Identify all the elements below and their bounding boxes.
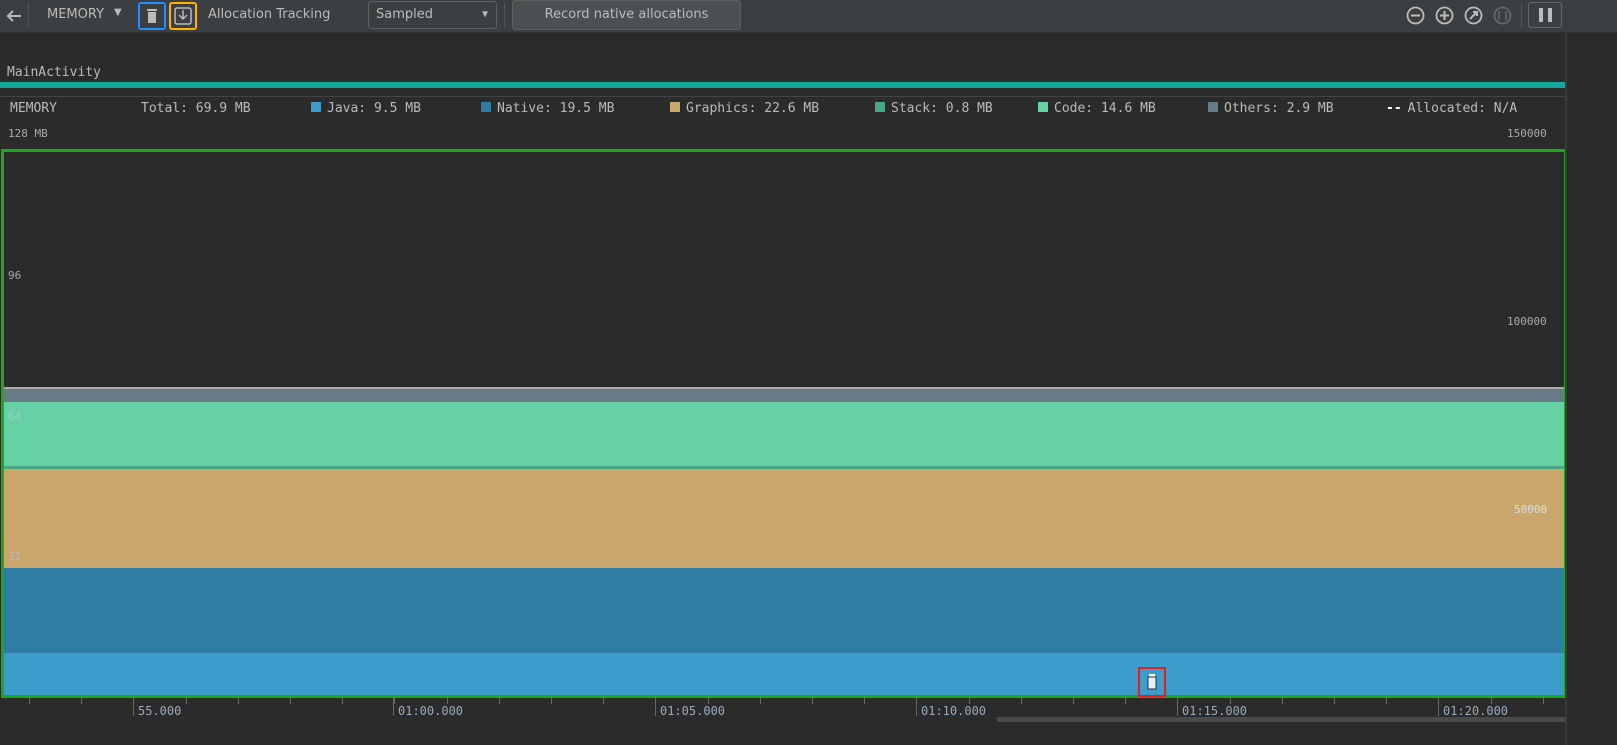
y-right-tick: 50000 [1514,503,1548,516]
y-left-tick: 64 [8,410,22,423]
reset-zoom-icon[interactable] [1464,6,1483,25]
profiler-select-label: MEMORY [47,7,105,22]
y-right-tick: 100000 [1507,315,1547,328]
y-left-tick: 96 [8,269,22,282]
minor-tick [864,698,865,704]
minor-tick [238,698,239,704]
time-label: 01:15.000 [1182,704,1248,718]
minor-tick [1334,698,1335,704]
vertical-scrollbar[interactable] [1565,33,1567,745]
minor-tick [760,698,761,704]
major-tick [1438,698,1439,716]
legend-java: Java: 9.5 MB [311,101,421,116]
memory-legend: MEMORY Total: 69.9 MB Java: 9.5 MB Nativ… [0,101,1565,121]
record-native-allocations-button[interactable]: Record native allocations [512,0,741,30]
activity-bar[interactable] [0,82,1565,88]
horizontal-scrollbar[interactable] [997,717,1565,722]
minor-tick [812,698,813,704]
minor-tick [1543,698,1544,704]
legend-others: Others: 2.9 MB [1208,101,1334,116]
legend-code: Code: 14.6 MB [1038,101,1156,116]
force-gc-button[interactable] [138,2,166,30]
band-graphics [4,469,1564,569]
minor-tick [603,698,604,704]
zoom-to-selection-icon [1493,6,1512,25]
minor-tick [499,698,500,704]
legend-allocated: -- Allocated: N/A [1386,101,1518,116]
time-label: 01:20.000 [1443,704,1509,718]
legend-total: Total: 69.9 MB [141,101,251,116]
trash-icon [147,9,157,23]
major-tick [655,698,656,716]
minor-tick [342,698,343,704]
minor-tick [1386,698,1387,704]
back-button[interactable] [0,2,28,30]
chevron-down-icon: ▼ [481,9,488,20]
time-label: 01:05.000 [660,704,726,718]
minor-tick [186,698,187,704]
zoom-in-icon[interactable] [1435,6,1454,25]
minor-tick [1282,698,1283,704]
major-tick [133,698,134,716]
activity-label: MainActivity [7,65,101,80]
pause-button[interactable] [1528,2,1562,28]
major-tick [916,698,917,716]
band-others [4,389,1564,402]
zoom-out-icon[interactable] [1406,6,1425,25]
pause-icon [1538,8,1543,22]
minor-tick [1073,698,1074,704]
minor-tick [290,698,291,704]
y-left-tick: 128 MB [8,127,48,140]
toolbar: MEMORY ▼ Allocation Tracking Sampled ▼ Re… [0,0,1617,33]
minor-tick [81,698,82,704]
total-line [4,387,1564,390]
arrow-left-icon [6,10,21,22]
major-tick [1177,698,1178,716]
band-native [4,568,1564,654]
legend-graphics: Graphics: 22.6 MB [670,101,819,116]
minor-tick [1125,698,1126,704]
band-code [4,401,1564,466]
minor-tick [551,698,552,704]
memory-chart[interactable] [1,149,1567,698]
minor-tick [29,698,30,704]
y-right-tick: 150000 [1507,127,1547,140]
legend-title: MEMORY [10,101,57,116]
legend-stack: Stack: 0.8 MB [875,101,993,116]
trash-icon [1147,674,1157,690]
allocation-tracking-value: Sampled [376,7,433,22]
legend-native: Native: 19.5 MB [481,101,614,116]
heap-dump-icon [174,7,192,25]
y-left-tick: 32 [8,550,22,563]
minor-tick [394,698,395,704]
chevron-down-icon: ▼ [114,7,122,18]
memory-plot-area [4,152,1564,695]
time-label: 01:10.000 [921,704,987,718]
time-label: 55.000 [138,704,182,718]
allocation-tracking-label: Allocation Tracking [208,7,331,22]
heap-dump-button[interactable] [169,2,197,30]
profiler-select[interactable]: MEMORY ▼ [47,7,122,22]
gc-event-marker[interactable] [1138,667,1166,697]
band-java [4,653,1564,695]
allocation-tracking-dropdown[interactable]: Sampled ▼ [368,1,497,29]
band-stack [4,465,1564,470]
minor-tick [1021,698,1022,704]
time-label: 01:00.000 [398,704,464,718]
major-tick [393,698,394,716]
